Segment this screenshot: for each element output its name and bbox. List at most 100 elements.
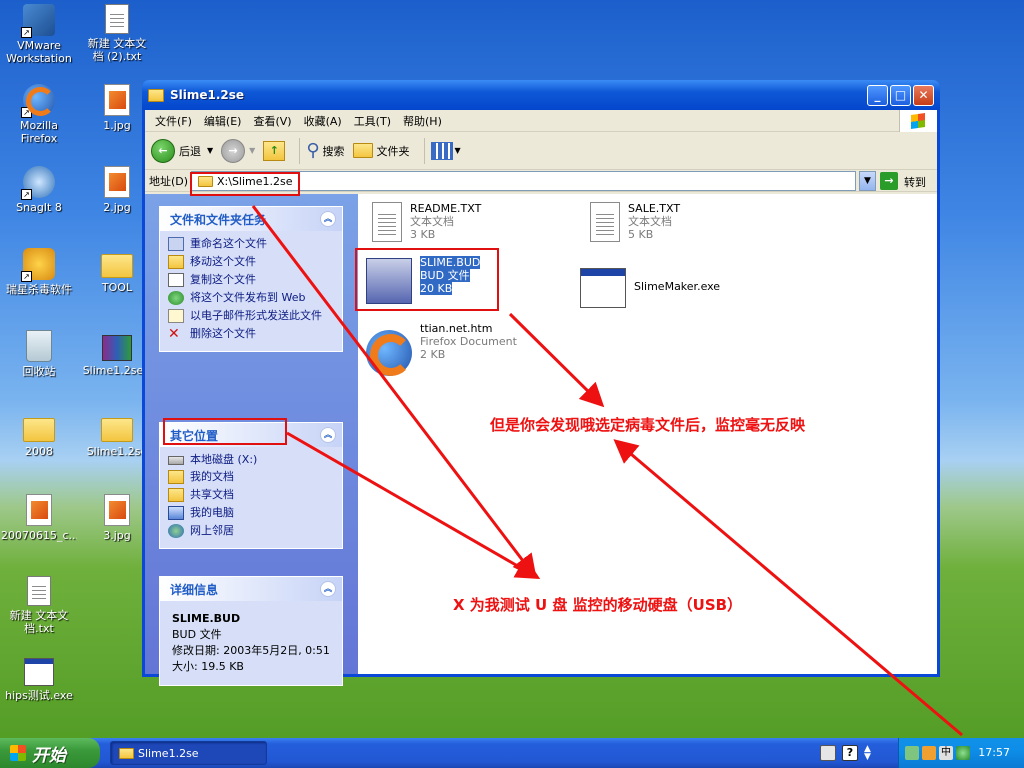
globe-icon [168, 291, 184, 305]
maximize-button[interactable]: □ [890, 84, 911, 106]
documents-folder-icon [168, 470, 184, 484]
detail-size: 大小: 19.5 KB [172, 660, 244, 673]
forward-button[interactable]: → ▼ [221, 138, 256, 163]
up-folder-button[interactable]: ↑ [263, 140, 286, 161]
copy-icon [168, 273, 184, 287]
views-button[interactable]: ▼ [430, 141, 461, 160]
details-panel: 详细信息 ︽ SLIME.BUD BUD 文件 修改日期: 2003年5月2日,… [159, 576, 343, 686]
folders-button[interactable]: 文件夹 [352, 143, 410, 159]
task-rename[interactable]: 重命名这个文件 [168, 237, 334, 251]
firefox-document-icon [366, 330, 412, 376]
collapse-chevron-icon[interactable]: ︽ [320, 211, 336, 227]
exe-window-icon [580, 268, 626, 308]
place-network[interactable]: 网上邻居 [168, 524, 334, 538]
explorer-window: Slime1.2se _ □ ✕ 文件(F) 编辑(E) 查看(V) 收藏(A)… [142, 80, 940, 686]
desktop-icon-rising[interactable]: ↗ 瑞星杀毒软件 [1, 248, 77, 296]
desktop-icon-recycle-bin[interactable]: 回收站 [1, 330, 77, 378]
task-delete[interactable]: ✕ 删除这个文件 [168, 327, 334, 341]
windows-logo-icon [899, 110, 937, 132]
place-shared-documents[interactable]: 共享文档 [168, 488, 334, 502]
file-item-sale[interactable]: SALE.TXT 文本文档 5 KB [590, 202, 680, 242]
place-local-disk-x[interactable]: 本地磁盘 (X:) [168, 453, 334, 466]
desktop-icon-firefox[interactable]: ↗ Mozilla Firefox [1, 84, 77, 145]
expand-arrows-icon[interactable]: ▲ ▼ [864, 745, 876, 762]
help-icon[interactable]: ? [842, 745, 858, 761]
annotation-box-address [190, 172, 300, 196]
antivirus-tray-icon[interactable] [922, 746, 936, 760]
rar-archive-icon [102, 335, 132, 361]
network-tray-icon[interactable] [905, 746, 919, 760]
shared-folder-icon [168, 488, 184, 502]
vmware-icon: ↗ [21, 4, 55, 38]
taskbar-item-slime[interactable]: Slime1.2se [110, 741, 267, 765]
start-button[interactable]: 开始 [0, 738, 100, 768]
desktop-icon-new-text-2[interactable]: 新建 文本文 档 (2).txt [79, 4, 155, 63]
annotation-text-no-reaction: 但是你会发现哦选定病毒文件后，监控毫无反映 [490, 416, 806, 434]
network-icon [168, 524, 184, 538]
desktop-icon-hips[interactable]: hips测试.exe [1, 658, 77, 702]
delete-x-icon: ✕ [168, 326, 180, 342]
menu-bar: 文件(F) 编辑(E) 查看(V) 收藏(A) 工具(T) 帮助(H) [145, 110, 937, 132]
file-item-ttian[interactable]: ttian.net.htm Firefox Document 2 KB [366, 322, 517, 376]
go-button[interactable]: 转到 [904, 174, 926, 190]
task-email[interactable]: 以电子邮件形式发送此文件 [168, 309, 334, 323]
file-item-readme[interactable]: README.TXT 文本文档 3 KB [372, 202, 481, 242]
search-icon: ⚲ [306, 140, 320, 161]
task-copy[interactable]: 复制这个文件 [168, 273, 334, 287]
title-bar[interactable]: Slime1.2se _ □ ✕ [142, 80, 940, 110]
image-file-icon [104, 84, 130, 116]
keyboard-icon[interactable] [820, 745, 836, 761]
desktop-icon-snagit[interactable]: ↗ SnagIt 8 [1, 166, 77, 214]
umbrella-monitor-icon[interactable] [956, 746, 970, 760]
go-arrow-icon[interactable]: → [880, 172, 898, 190]
recycle-bin-icon [26, 330, 52, 362]
annotation-box-slime-bud [355, 248, 499, 311]
folder-icon [352, 143, 373, 158]
detail-filetype: BUD 文件 [172, 628, 222, 641]
place-my-computer[interactable]: 我的电脑 [168, 506, 334, 520]
collapse-chevron-icon[interactable]: ︽ [320, 427, 336, 443]
place-my-documents[interactable]: 我的文档 [168, 470, 334, 484]
menu-help[interactable]: 帮助(H) [397, 113, 448, 129]
desktop-icon-20070615[interactable]: 20070615_c... [1, 494, 77, 542]
file-tasks-panel: 文件和文件夹任务 ︽ 重命名这个文件 移动这个文件 复制这个文件 将这个文件发布… [159, 206, 343, 352]
address-dropdown-button[interactable]: ▼ [859, 171, 876, 191]
views-icon [430, 141, 453, 160]
collapse-chevron-icon[interactable]: ︽ [320, 581, 336, 597]
menu-favorites[interactable]: 收藏(A) [298, 113, 348, 129]
toolbar-separator [299, 137, 301, 164]
up-folder-icon: ↑ [263, 140, 286, 161]
menu-file[interactable]: 文件(F) [149, 113, 198, 129]
task-move[interactable]: 移动这个文件 [168, 255, 334, 269]
clock[interactable]: 17:57 [978, 746, 1010, 759]
close-button[interactable]: ✕ [913, 84, 934, 106]
menu-view[interactable]: 查看(V) [247, 113, 297, 129]
file-item-slimemaker[interactable]: SlimeMaker.exe [580, 268, 720, 308]
ime-tray-icon[interactable]: 中 [939, 746, 953, 760]
menu-edit[interactable]: 编辑(E) [198, 113, 248, 129]
back-arrow-icon: ← [151, 138, 175, 163]
windows-flag-icon [10, 745, 26, 761]
desktop-icon-2008[interactable]: 2008 [1, 412, 77, 458]
chevron-down-icon: ▼ [249, 146, 256, 155]
annotation-text-usb-drive: X 为我测试 U 盘 监控的移动硬盘（USB） [453, 596, 743, 614]
folder-icon [148, 88, 164, 102]
desktop-icon-new-text[interactable]: 新建 文本文 档.txt [1, 576, 77, 635]
snagit-icon: ↗ [21, 166, 55, 200]
rename-icon [168, 237, 184, 251]
image-file-icon [104, 166, 130, 198]
chevron-down-icon: ▼ [207, 146, 214, 155]
drive-icon [168, 456, 184, 465]
minimize-button[interactable]: _ [867, 84, 888, 106]
task-publish-web[interactable]: 将这个文件发布到 Web [168, 291, 334, 305]
folder-icon [119, 747, 134, 759]
exe-icon [24, 658, 54, 686]
text-file-icon [27, 576, 51, 606]
search-button[interactable]: ⚲ 搜索 [306, 140, 344, 161]
folder-icon [101, 254, 133, 278]
back-button[interactable]: ← 后退 ▼ [151, 138, 214, 163]
panel-header[interactable]: 文件和文件夹任务 ︽ [160, 207, 342, 231]
panel-header[interactable]: 详细信息 ︽ [160, 577, 342, 601]
desktop-icon-vmware[interactable]: ↗ VMware Workstation [1, 4, 77, 65]
menu-tools[interactable]: 工具(T) [348, 113, 397, 129]
